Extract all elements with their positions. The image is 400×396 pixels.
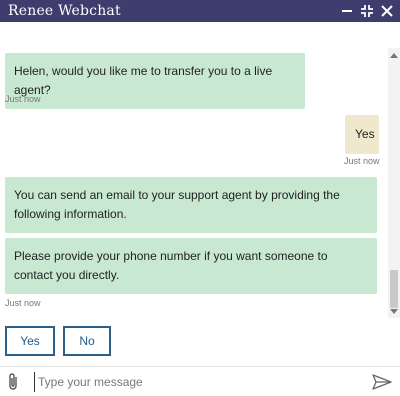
bot-message: Helen, would you like me to transfer you… [5, 53, 305, 109]
window-controls [336, 0, 400, 22]
paperclip-icon[interactable] [6, 372, 20, 392]
message-timestamp: Just now [344, 156, 380, 166]
message-text: You can send an email to your support ag… [14, 188, 340, 221]
user-message: Yes [345, 115, 379, 154]
minimize-icon[interactable] [338, 2, 356, 20]
message-input[interactable] [34, 372, 354, 392]
scroll-down-arrow-icon[interactable] [390, 308, 398, 316]
title-bar: Renee Webchat [0, 0, 400, 22]
quick-reply-no-button[interactable]: No [63, 326, 111, 356]
message-text: Yes [355, 127, 375, 141]
bot-message: Please provide your phone number if you … [5, 238, 377, 294]
send-icon[interactable] [372, 374, 392, 390]
message-text: Please provide your phone number if you … [14, 249, 328, 282]
composer [0, 366, 400, 396]
message-list: Helen, would you like me to transfer you… [0, 22, 388, 318]
close-icon[interactable] [378, 2, 396, 20]
message-text: Helen, would you like me to transfer you… [14, 64, 273, 97]
message-timestamp: Just now [5, 298, 41, 308]
scroll-up-arrow-icon[interactable] [390, 51, 398, 59]
quick-replies: Yes No [0, 324, 388, 358]
quick-reply-yes-button[interactable]: Yes [5, 326, 55, 356]
scrollbar-thumb[interactable] [390, 270, 398, 308]
message-scrollbar[interactable] [388, 48, 400, 318]
message-timestamp: Just now [5, 94, 41, 104]
collapse-icon[interactable] [358, 2, 376, 20]
window-title: Renee Webchat [8, 3, 121, 19]
bot-message: You can send an email to your support ag… [5, 177, 377, 233]
